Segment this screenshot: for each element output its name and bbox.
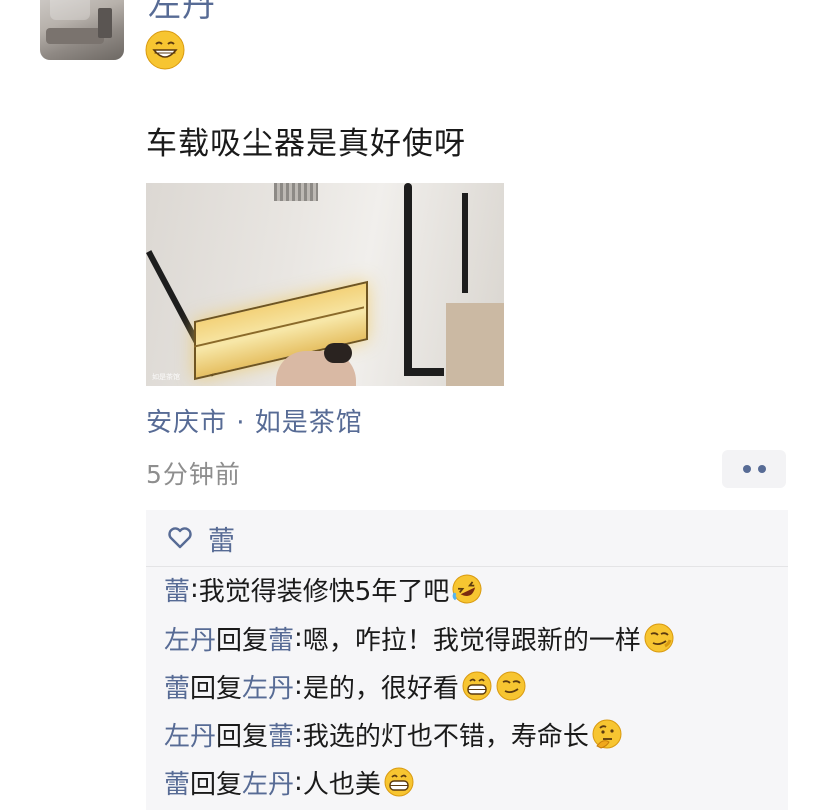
smirk-icon bbox=[643, 622, 675, 654]
interaction-panel: 蕾 蕾: 我觉得装修快5年了吧 左丹 回复蕾: 嗯，咋拉！我觉得跟新的一样 蕾回复… bbox=[146, 510, 788, 810]
comment-separator: : bbox=[294, 671, 303, 701]
comment-text: 我觉得装修快5年了吧 bbox=[198, 576, 450, 607]
comment-separator: : bbox=[294, 767, 303, 797]
comment-separator: : bbox=[294, 719, 303, 749]
comment-author[interactable]: 左丹 bbox=[164, 716, 216, 753]
comment-row[interactable]: 蕾: 我觉得装修快5年了吧 bbox=[164, 570, 483, 608]
liker-name[interactable]: 蕾 bbox=[208, 519, 235, 558]
comment-author[interactable]: 蕾 bbox=[164, 764, 190, 801]
likes-row: 蕾 bbox=[146, 510, 788, 567]
reply-word: 回复 bbox=[190, 769, 243, 800]
post-location[interactable]: 安庆市 · 如是茶馆 bbox=[146, 402, 363, 439]
comment-row[interactable]: 左丹 回复蕾: 我选的灯也不错，寿命长 bbox=[164, 715, 623, 753]
comment-reply-to[interactable]: 蕾 bbox=[268, 620, 294, 657]
grin-icon bbox=[383, 766, 415, 798]
comment-author[interactable]: 蕾 bbox=[164, 571, 190, 608]
comment-row[interactable]: 左丹 回复蕾: 嗯，咋拉！我觉得跟新的一样 bbox=[164, 619, 675, 657]
author-avatar[interactable] bbox=[40, 0, 124, 60]
comment-separator: : bbox=[294, 623, 303, 653]
comment-text: 我选的灯也不错，寿命长 bbox=[302, 721, 589, 752]
grin-emoji-icon bbox=[145, 30, 185, 70]
grin-icon bbox=[461, 670, 493, 702]
reply-word: 回复 bbox=[216, 625, 269, 656]
comment-author[interactable]: 左丹 bbox=[164, 620, 216, 657]
post-time: 5分钟前 bbox=[146, 460, 241, 489]
more-actions-button[interactable] bbox=[722, 450, 786, 488]
reply-word: 回复 bbox=[216, 721, 269, 752]
comment-separator: : bbox=[190, 574, 199, 604]
photo-watermark: 如是茶馆 bbox=[152, 373, 180, 381]
comment-reply-to[interactable]: 左丹 bbox=[242, 668, 294, 705]
comment-text: 嗯，咋拉！我觉得跟新的一样 bbox=[302, 625, 641, 656]
thinking-icon bbox=[591, 718, 623, 750]
comment-reply-to[interactable]: 左丹 bbox=[242, 764, 294, 801]
comment-text: 是的，很好看 bbox=[302, 673, 459, 704]
comment-author[interactable]: 蕾 bbox=[164, 668, 190, 705]
comment-row[interactable]: 蕾回复 左丹: 人也美 bbox=[164, 763, 415, 801]
rofl-icon bbox=[451, 573, 483, 605]
more-dot-icon bbox=[757, 465, 766, 473]
reply-word: 回复 bbox=[190, 673, 243, 704]
smirk-icon bbox=[495, 670, 527, 702]
post-photo[interactable]: 如是茶馆 bbox=[146, 183, 504, 386]
author-name[interactable]: 左丹 bbox=[148, 0, 216, 26]
heart-outline-icon bbox=[166, 524, 194, 552]
post-text: 车载吸尘器是真好使呀 bbox=[146, 126, 466, 162]
more-dot-icon bbox=[742, 465, 751, 473]
comment-text: 人也美 bbox=[302, 769, 381, 800]
comment-reply-to[interactable]: 蕾 bbox=[268, 716, 294, 753]
comment-row[interactable]: 蕾回复 左丹: 是的，很好看 bbox=[164, 667, 527, 705]
